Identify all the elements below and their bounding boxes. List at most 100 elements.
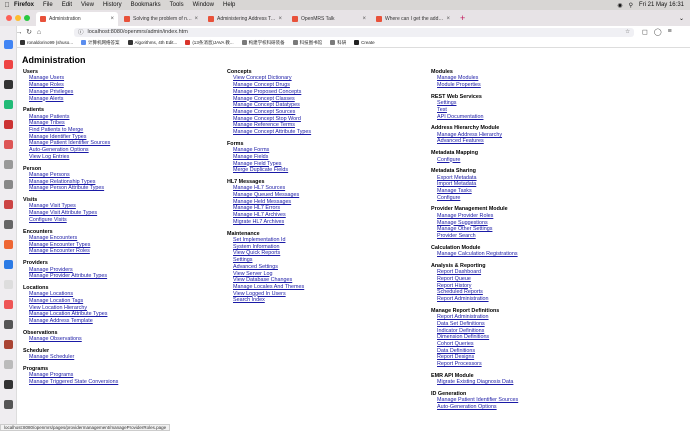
link-manage-visit-attribute-types[interactable]: Manage Visit Attribute Types <box>29 210 118 217</box>
tab-openmrs-talk[interactable]: OpenMRS Talk × <box>288 12 370 26</box>
link-view-server-log[interactable]: View Server Log <box>233 271 311 278</box>
link-manage-concept-attribute-types[interactable]: Manage Concept Attribute Types <box>233 129 311 136</box>
close-tab-icon[interactable]: × <box>194 16 198 22</box>
link-manage-encounter-roles[interactable]: Manage Encounter Roles <box>29 248 118 255</box>
bookmark-item[interactable]: Algorithms, 4th Edit... <box>127 40 177 45</box>
url-text[interactable]: localhost:8080/openmrs/admin/index.htm <box>88 29 188 35</box>
sidebar-app-icon[interactable] <box>4 180 13 189</box>
close-tab-icon[interactable]: × <box>362 16 366 22</box>
tab-administration[interactable]: Administration × <box>36 12 118 26</box>
link-manage-modules[interactable]: Manage Modules <box>437 75 518 82</box>
bookmark-item[interactable]: ronaldorino99 (shuso... <box>20 40 73 45</box>
link-import-metadata[interactable]: Import Metadata <box>437 181 518 188</box>
link-manage-provider-roles[interactable]: Manage Provider Roles <box>437 213 518 220</box>
link-api-documentation[interactable]: API Documentation <box>437 114 518 121</box>
link-manage-concept-drugs[interactable]: Manage Concept Drugs <box>233 82 311 89</box>
sidebar-app-icon[interactable] <box>4 240 13 249</box>
link-manage-reference-terms[interactable]: Manage Reference Terms <box>233 122 311 129</box>
sidebar-app-icon[interactable] <box>4 140 13 149</box>
link-manage-observations[interactable]: Manage Observations <box>29 336 118 343</box>
bookmark-item[interactable]: 科技图书馆 <box>292 40 322 46</box>
link-manage-providers[interactable]: Manage Providers <box>29 267 118 274</box>
link-indicator-definitions[interactable]: Indicator Definitions <box>437 328 518 335</box>
url-bar[interactable]: ⓘ localhost:8080/openmrs/admin/index.htm… <box>74 27 634 37</box>
tab-address-templates[interactable]: Administering Address Templ... × <box>204 12 286 26</box>
link-manage-roles[interactable]: Manage Roles <box>29 82 118 89</box>
search-icon[interactable]: ⚲ <box>629 2 633 9</box>
link-manage-suggestions[interactable]: Manage Suggestions <box>437 220 518 227</box>
link-manage-persons[interactable]: Manage Persons <box>29 172 118 179</box>
menu-bookmarks[interactable]: Bookmarks <box>131 2 161 8</box>
bookmark-star-icon[interactable]: ☆ <box>625 29 630 35</box>
menu-icon[interactable]: ≡ <box>668 28 672 36</box>
link-report-administration[interactable]: Report Administration <box>437 314 518 321</box>
close-window-icon[interactable] <box>6 15 12 21</box>
link-migrate-existing-diagnosis-data[interactable]: Migrate Existing Diagnosis Data <box>437 379 518 386</box>
link-manage-location-attribute-types[interactable]: Manage Location Attribute Types <box>29 311 118 318</box>
link-settings[interactable]: Settings <box>233 257 311 264</box>
link-manage-proposed-concepts[interactable]: Manage Proposed Concepts <box>233 89 311 96</box>
link-manage-provider-attribute-types[interactable]: Manage Provider Attribute Types <box>29 273 118 280</box>
list-tabs-icon[interactable]: ⌄ <box>679 15 684 26</box>
link-view-quick-reports[interactable]: View Quick Reports <box>233 250 311 257</box>
link-manage-address-template[interactable]: Manage Address Template <box>29 318 118 325</box>
link-provider-search[interactable]: Provider Search <box>437 233 518 240</box>
menu-history[interactable]: History <box>103 2 122 8</box>
link-manage-alerts[interactable]: Manage Alerts <box>29 96 118 103</box>
link-manage-programs[interactable]: Manage Programs <box>29 372 118 379</box>
info-icon[interactable]: ⓘ <box>78 28 84 36</box>
link-report-administration[interactable]: Report Administration <box>437 296 518 303</box>
link-manage-hl7-sources[interactable]: Manage HL7 Sources <box>233 185 311 192</box>
link-configure[interactable]: Configure <box>437 195 518 202</box>
link-advanced-features[interactable]: Advanced Features <box>437 138 518 145</box>
link-manage-patient-identifier-sources[interactable]: Manage Patient Identifier Sources <box>29 140 118 147</box>
link-system-information[interactable]: System Information <box>233 244 311 251</box>
link-manage-concept-stop-word[interactable]: Manage Concept Stop Word <box>233 116 311 123</box>
link-set-implementation-id[interactable]: Set Implementation Id <box>233 237 311 244</box>
sidebar-app-icon[interactable] <box>4 300 13 309</box>
menubar-clock[interactable]: Fri 21 May 16:31 <box>639 2 684 8</box>
menu-edit[interactable]: Edit <box>62 2 72 8</box>
link-manage-users[interactable]: Manage Users <box>29 75 118 82</box>
sidebar-app-icon[interactable] <box>4 200 13 209</box>
sidebar-app-icon[interactable] <box>4 340 13 349</box>
sidebar-app-icon[interactable] <box>4 280 13 289</box>
close-tab-icon[interactable]: × <box>446 16 450 22</box>
link-view-logged-in-users[interactable]: View Logged In Users <box>233 291 311 298</box>
menu-window[interactable]: Window <box>193 2 214 8</box>
link-settings[interactable]: Settings <box>437 100 518 107</box>
link-test[interactable]: Test <box>437 107 518 114</box>
link-report-designs[interactable]: Report Designs <box>437 354 518 361</box>
sidebar-app-icon[interactable] <box>4 40 13 49</box>
apple-icon[interactable]:  <box>0 2 14 9</box>
link-report-dashboard[interactable]: Report Dashboard <box>437 269 518 276</box>
link-manage-tribes[interactable]: Manage Tribes <box>29 120 118 127</box>
link-manage-locations[interactable]: Manage Locations <box>29 291 118 298</box>
link-view-concept-dictionary[interactable]: View Concept Dictionary <box>233 75 311 82</box>
link-manage-identifier-types[interactable]: Manage Identifier Types <box>29 134 118 141</box>
menu-view[interactable]: View <box>81 2 94 8</box>
sidebar-app-icon[interactable] <box>4 120 13 129</box>
link-manage-encounters[interactable]: Manage Encounters <box>29 235 118 242</box>
sidebar-app-icon[interactable] <box>4 80 13 89</box>
link-manage-calculation-registrations[interactable]: Manage Calculation Registrations <box>437 251 518 258</box>
menu-help[interactable]: Help <box>223 2 235 8</box>
link-module-properties[interactable]: Module Properties <box>437 82 518 89</box>
menu-tools[interactable]: Tools <box>170 2 184 8</box>
link-manage-privileges[interactable]: Manage Privileges <box>29 89 118 96</box>
link-report-processors[interactable]: Report Processors <box>437 361 518 368</box>
account-icon[interactable]: ◯ <box>654 28 662 36</box>
link-cohort-queries[interactable]: Cohort Queries <box>437 341 518 348</box>
bookmark-item[interactable]: (13条消息)JAVA 教... <box>185 40 234 46</box>
link-manage-held-messages[interactable]: Manage Held Messages <box>233 199 311 206</box>
link-data-definitions[interactable]: Data Definitions <box>437 348 518 355</box>
link-manage-scheduler[interactable]: Manage Scheduler <box>29 354 118 361</box>
sidebar-app-icon[interactable] <box>4 260 13 269</box>
link-manage-fields[interactable]: Manage Fields <box>233 154 311 161</box>
menu-file[interactable]: File <box>43 2 53 8</box>
link-manage-concept-sources[interactable]: Manage Concept Sources <box>233 109 311 116</box>
link-manage-other-settings[interactable]: Manage Other Settings <box>437 226 518 233</box>
link-manage-visit-types[interactable]: Manage Visit Types <box>29 203 118 210</box>
link-manage-encounter-types[interactable]: Manage Encounter Types <box>29 242 118 249</box>
link-scheduled-reports[interactable]: Scheduled Reports <box>437 289 518 296</box>
